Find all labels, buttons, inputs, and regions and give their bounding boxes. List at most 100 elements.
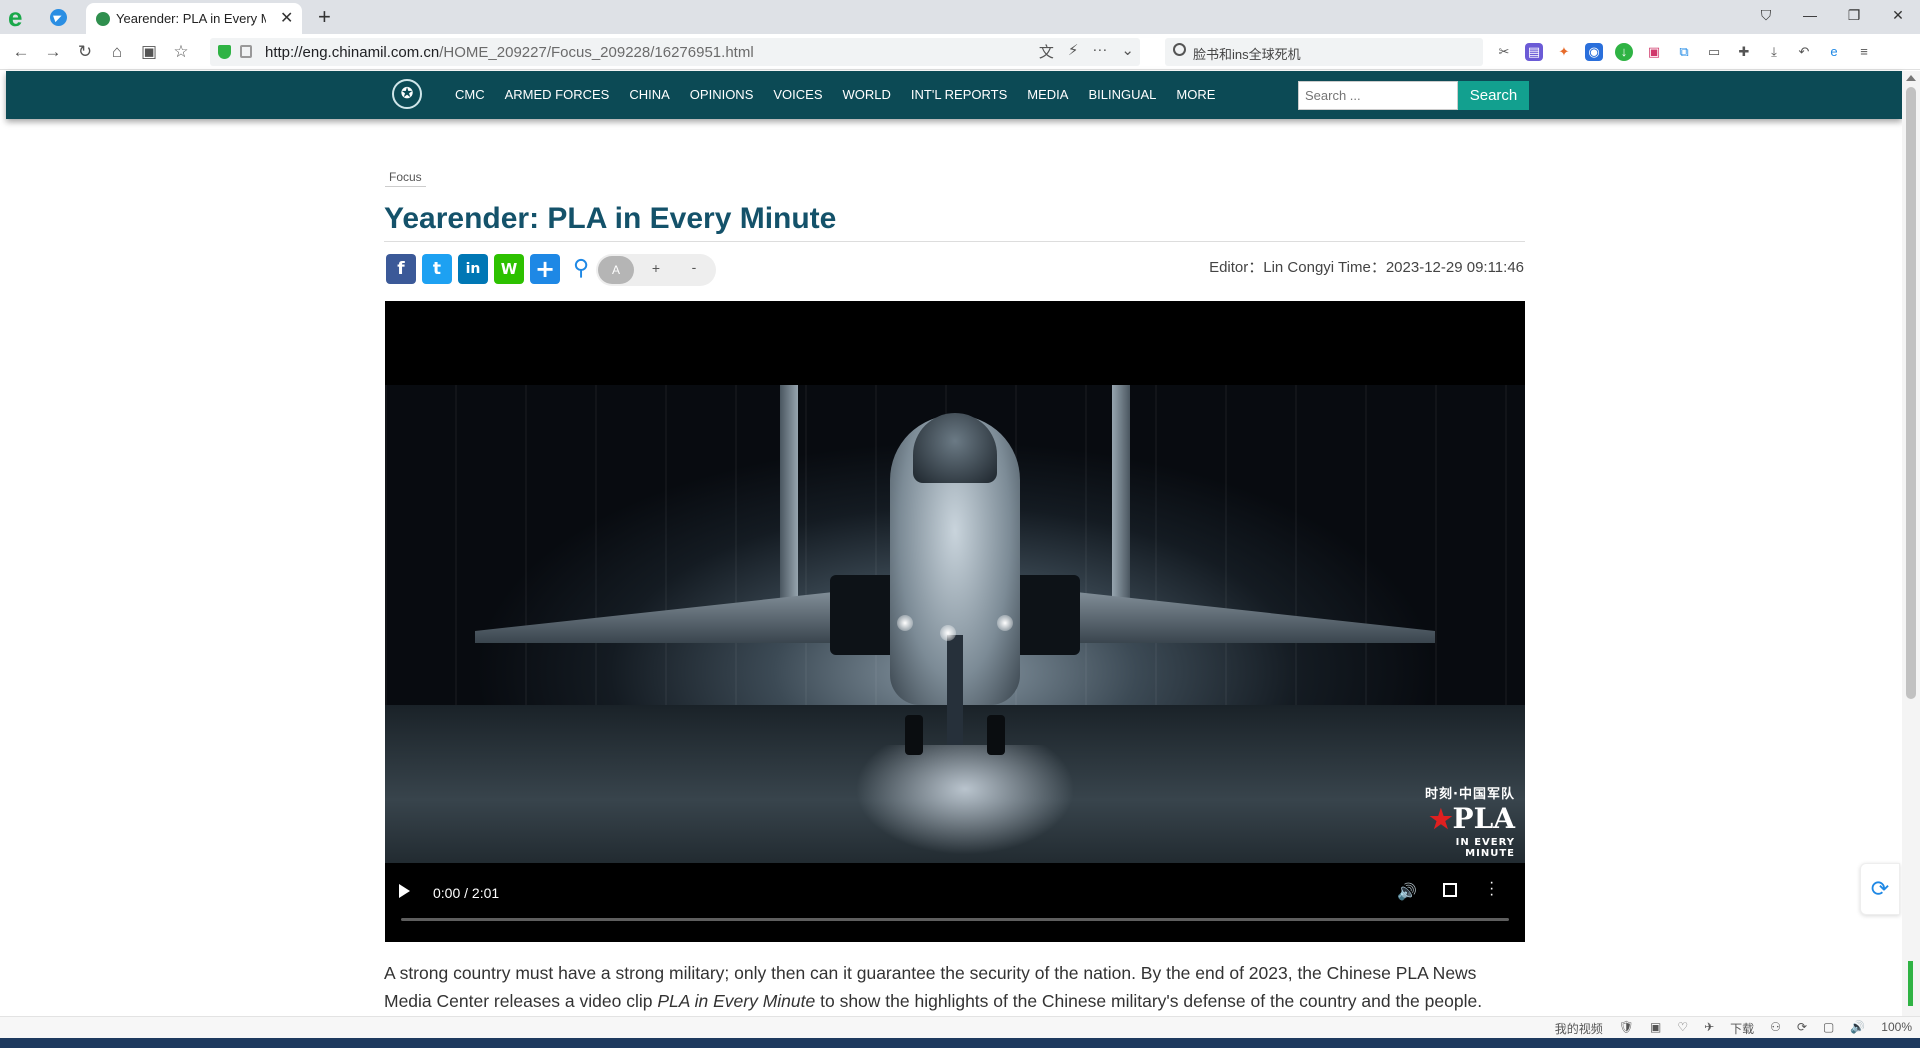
font-reset-button[interactable]: A xyxy=(598,256,634,284)
nav-item-opinions[interactable]: OPINIONS xyxy=(680,71,764,119)
jet-tail-fin-left xyxy=(780,385,798,605)
font-increase-button[interactable]: + xyxy=(646,260,666,276)
health-status-icon[interactable]: ♡ xyxy=(1677,1020,1688,1037)
speed-mode-icon[interactable]: ⚡ xyxy=(1068,41,1079,62)
facebook-share-icon[interactable]: f xyxy=(386,254,416,284)
browser-logo-icon[interactable]: e xyxy=(8,4,34,30)
address-bar[interactable]: http://eng.chinamil.com.cn/HOME_209227/F… xyxy=(210,38,1140,66)
nav-item-voices[interactable]: VOICES xyxy=(763,71,832,119)
site-search-button[interactable]: Search xyxy=(1458,81,1529,110)
nav-item-armed-forces[interactable]: ARMED FORCES xyxy=(495,71,620,119)
new-tab-button[interactable]: + xyxy=(318,4,331,30)
puzzle-extensions-icon[interactable]: ✚ xyxy=(1735,43,1753,61)
extension-blue-icon[interactable]: ◉ xyxy=(1585,43,1603,61)
game-controller-icon[interactable]: ✦ xyxy=(1555,43,1573,61)
browser-toolbar: ← → ↻ ⌂ ▣ ☆ http://eng.chinamil.com.cn/H… xyxy=(0,34,1920,70)
not-secure-icon[interactable] xyxy=(240,45,252,58)
browser-search-box[interactable]: 脸书和ins全球死机 xyxy=(1165,38,1483,66)
close-window-button[interactable]: ✕ xyxy=(1876,0,1920,30)
nav-item-world[interactable]: WORLD xyxy=(833,71,901,119)
play-icon[interactable] xyxy=(399,884,410,898)
font-decrease-button[interactable]: - xyxy=(684,259,704,275)
video-more-icon[interactable]: · · · xyxy=(1489,875,1494,903)
sync-status-icon[interactable]: ⟳ xyxy=(1797,1020,1807,1037)
jet-wheel-left xyxy=(905,715,923,755)
pin-window-icon[interactable]: ⛉ xyxy=(1744,0,1788,30)
minimize-button[interactable]: — xyxy=(1788,0,1832,30)
nav-item-bilingual[interactable]: BILINGUAL xyxy=(1078,71,1166,119)
dropdown-chevron-icon[interactable]: ⌄ xyxy=(1121,41,1134,62)
site-logo-icon[interactable]: ✪ xyxy=(392,79,422,109)
downloads-icon[interactable]: ⤓ xyxy=(1765,43,1783,61)
downloads-status-button[interactable]: 下载 xyxy=(1730,1020,1754,1037)
back-icon[interactable]: ← xyxy=(10,41,32,63)
browser-tab-active[interactable]: Yearender: PLA in Every Mi ✕ xyxy=(86,3,302,34)
video-frame-jet-in-hangar[interactable]: 时刻·中国军队 ★PLA IN EVERY MINUTE xyxy=(385,385,1525,863)
tab-close-icon[interactable]: ✕ xyxy=(280,8,293,28)
scissors-icon[interactable]: ✂ xyxy=(1495,43,1513,61)
pla-watermark: 时刻·中国军队 ★PLA IN EVERY MINUTE xyxy=(1403,783,1515,859)
twitter-share-icon[interactable]: t xyxy=(422,254,452,284)
home-icon[interactable]: ⌂ xyxy=(106,41,128,63)
breadcrumb[interactable]: Focus xyxy=(385,168,426,187)
page-scrollbar[interactable] xyxy=(1902,71,1920,1016)
floating-assistant-icon[interactable]: ⟳ xyxy=(1860,863,1900,915)
extensions-row: ✂ ▤ ✦ ◉ ↓ ▣ ⧉ ▭ ✚ ⤓ ↶ e ≡ xyxy=(1495,43,1873,61)
browser-e-icon[interactable]: e xyxy=(1825,43,1843,61)
network-status-icon[interactable]: ⚇ xyxy=(1770,1020,1781,1037)
security-shield-icon[interactable] xyxy=(218,45,231,59)
undo-icon[interactable]: ↶ xyxy=(1795,43,1813,61)
body-text-part2: to show the highlights of the Chinese mi… xyxy=(815,991,1483,1011)
body-video-title: PLA in Every Minute xyxy=(657,991,816,1011)
more-share-icon[interactable]: + xyxy=(530,254,560,284)
wechat-share-icon[interactable]: W xyxy=(494,254,524,284)
main-menu: CMC ARMED FORCES CHINA OPINIONS VOICES W… xyxy=(445,71,1225,119)
site-search-input[interactable] xyxy=(1298,81,1458,110)
fullscreen-icon[interactable] xyxy=(1443,883,1457,897)
red-star-icon: ★ xyxy=(1429,805,1453,835)
video-progress-bar[interactable] xyxy=(401,918,1509,921)
sound-status-icon[interactable]: 🔊 xyxy=(1850,1020,1865,1037)
screenshot-icon[interactable]: ⧉ xyxy=(1675,43,1693,61)
editor-name: Lin Congyi xyxy=(1263,259,1335,276)
extension-pink-icon[interactable]: ▣ xyxy=(1645,43,1663,61)
volume-icon[interactable]: 🔊 xyxy=(1397,882,1417,902)
accelerate-icon[interactable]: ✈ xyxy=(1704,1020,1714,1037)
restore-button[interactable]: ❐ xyxy=(1832,0,1876,30)
favorites-icon[interactable]: ☆ xyxy=(170,41,192,63)
my-videos-button[interactable]: 我的视频 xyxy=(1555,1020,1603,1037)
reload-icon[interactable]: ↻ xyxy=(74,41,96,63)
nav-item-media[interactable]: MEDIA xyxy=(1017,71,1078,119)
scroll-up-arrow-icon[interactable] xyxy=(1906,75,1916,81)
toolbox-icon[interactable]: ▣ xyxy=(138,41,160,63)
nav-item-intl-reports[interactable]: INT'L REPORTS xyxy=(901,71,1017,119)
watermark-pla-text: PLA xyxy=(1452,802,1515,835)
translate-icon[interactable]: 文 xyxy=(1039,41,1054,62)
browser-tab-bar: e Yearender: PLA in Every Mi ✕ + ⛉ — ❐ ✕ xyxy=(0,0,1920,34)
image-status-icon[interactable]: ▣ xyxy=(1650,1020,1661,1037)
scroll-indicator xyxy=(1908,961,1913,1006)
nav-item-cmc[interactable]: CMC xyxy=(445,71,495,119)
reading-mode-icon[interactable]: ▭ xyxy=(1705,43,1723,61)
more-options-icon[interactable]: ··· xyxy=(1092,41,1107,62)
nav-item-china[interactable]: CHINA xyxy=(619,71,679,119)
menu-icon[interactable]: ≡ xyxy=(1855,43,1873,61)
download-green-icon[interactable]: ↓ xyxy=(1615,43,1633,61)
linkedin-share-icon[interactable]: in xyxy=(458,254,488,284)
window-status-icon[interactable]: ▢ xyxy=(1823,1020,1834,1037)
search-icon xyxy=(1173,43,1186,56)
jet-intake-right xyxy=(1010,575,1080,655)
url-text[interactable]: http://eng.chinamil.com.cn/HOME_209227/F… xyxy=(265,44,754,61)
scroll-thumb[interactable] xyxy=(1906,87,1916,699)
zoom-icon[interactable]: ⚲ xyxy=(566,254,596,284)
shield-status-icon[interactable]: 🛡 xyxy=(1619,1020,1634,1037)
title-divider xyxy=(384,241,1525,242)
video-player[interactable]: 时刻·中国军队 ★PLA IN EVERY MINUTE 0:00 / 2:01… xyxy=(385,301,1525,942)
os-taskbar xyxy=(0,1038,1920,1048)
extension-purple-icon[interactable]: ▤ xyxy=(1525,43,1543,61)
forward-icon[interactable]: → xyxy=(42,41,64,63)
nav-item-more[interactable]: MORE xyxy=(1166,71,1225,119)
zoom-level[interactable]: 100% xyxy=(1881,1020,1912,1037)
telegram-tab-icon[interactable] xyxy=(50,9,67,26)
browser-search-text: 脸书和ins全球死机 xyxy=(1193,47,1301,62)
